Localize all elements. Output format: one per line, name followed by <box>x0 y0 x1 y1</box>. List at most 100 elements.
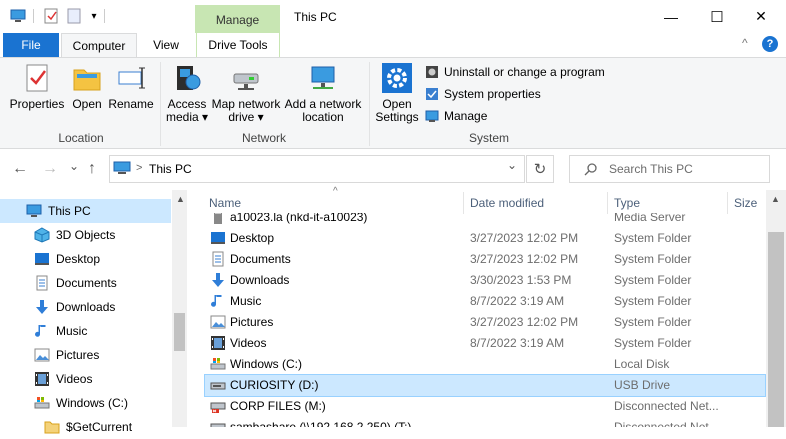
tab-computer[interactable]: Computer <box>61 33 137 57</box>
file-type: System Folder <box>614 252 692 266</box>
file-type: System Folder <box>614 315 692 329</box>
file-type: Local Disk <box>614 357 670 371</box>
system-properties-icon <box>426 88 438 100</box>
breadcrumb-separator[interactable]: > <box>136 162 142 174</box>
toolbar-divider <box>33 9 34 23</box>
manage-context-tab[interactable]: Manage <box>195 5 280 34</box>
column-header-name[interactable]: Name <box>209 196 241 210</box>
maximize-button[interactable]: ☐ <box>694 0 740 33</box>
column-header-date[interactable]: Date modified <box>470 196 544 210</box>
file-name: Desktop <box>230 231 275 245</box>
file-date: 8/7/2022 3:19 AM <box>470 294 565 308</box>
file-row[interactable]: Pictures 3/27/2023 12:02 PM System Folder <box>205 312 765 333</box>
tab-drive-tools[interactable]: Drive Tools <box>196 33 280 57</box>
ribbon-separator <box>369 62 370 146</box>
file-name: sambashare (\\192.168.2.250) (T:) <box>230 420 412 427</box>
file-row[interactable]: Music 8/7/2022 3:19 AM System Folder <box>205 291 765 312</box>
properties-button[interactable]: Properties <box>10 62 64 111</box>
rename-label: Rename <box>108 97 154 111</box>
customize-toolbar-icon[interactable]: ▾ <box>86 8 102 24</box>
file-type: System Folder <box>614 231 692 245</box>
system-properties-label: System properties <box>444 87 541 101</box>
file-row[interactable]: Downloads 3/30/2023 1:53 PM System Folder <box>205 270 765 291</box>
file-date: 3/30/2023 1:53 PM <box>470 273 572 287</box>
access-media-button[interactable]: Access media ▾ <box>164 62 210 124</box>
column-divider[interactable] <box>727 192 728 214</box>
open-label: Open <box>72 97 102 111</box>
file-name: Windows (C:) <box>230 357 303 371</box>
download-icon <box>210 272 226 288</box>
properties-label: Properties <box>9 97 65 111</box>
network-drive-disconnected-icon <box>210 419 226 427</box>
manage-button[interactable]: Manage <box>425 106 487 126</box>
file-row[interactable]: sambashare (\\192.168.2.250) (T:) Disconn… <box>205 417 765 427</box>
address-dropdown-icon[interactable]: ⌄ <box>507 158 517 172</box>
forward-button[interactable]: → <box>42 160 58 178</box>
file-type: System Folder <box>614 336 692 350</box>
usb-drive-icon <box>210 377 226 393</box>
column-header-size[interactable]: Size <box>734 196 757 210</box>
up-button[interactable]: ↑ <box>88 160 96 178</box>
file-row[interactable]: CORP FILES (M:) Disconnected Net... <box>205 396 765 417</box>
tab-view[interactable]: View <box>142 33 190 57</box>
open-settings-button[interactable]: Open Settings <box>374 62 420 124</box>
sort-ascending-icon: ^ <box>333 186 338 197</box>
file-name: Music <box>230 294 262 308</box>
uninstall-program-button[interactable]: Uninstall or change a program <box>425 62 605 82</box>
refresh-button[interactable]: ↻ <box>526 155 554 183</box>
list-scrollbar-thumb[interactable] <box>768 232 784 427</box>
manage-icon <box>425 110 439 122</box>
column-divider[interactable] <box>607 192 608 214</box>
group-label-location: Location <box>58 131 104 145</box>
file-name: a10023.la (nkd-it-a10023) <box>230 213 368 224</box>
network-drive-icon <box>233 73 259 90</box>
help-icon[interactable]: ? <box>762 36 778 52</box>
pc-icon <box>113 161 131 174</box>
file-date: 3/27/2023 12:02 PM <box>470 315 579 329</box>
file-row[interactable]: Documents 3/27/2023 12:02 PM System Folder <box>205 249 765 270</box>
toolbar-divider <box>104 9 105 23</box>
file-row[interactable]: a10023.la (nkd-it-a10023) Media Server <box>205 213 765 228</box>
file-row[interactable]: Windows (C:) Local Disk <box>205 354 765 375</box>
drive-icon <box>210 356 226 372</box>
file-row[interactable]: Videos 8/7/2022 3:19 AM System Folder <box>205 333 765 354</box>
recent-locations-button[interactable]: ⌄ <box>69 159 79 173</box>
add-network-label-2: location <box>302 110 344 124</box>
search-icon <box>584 163 597 176</box>
open-settings-label-2: Settings <box>375 110 419 124</box>
properties-quick-icon[interactable] <box>43 8 59 24</box>
desktop-icon <box>210 230 226 246</box>
column-header-type[interactable]: Type <box>614 196 640 210</box>
file-name: CURIOSITY (D:) <box>230 378 319 392</box>
system-properties-button[interactable]: System properties <box>425 84 541 104</box>
minimize-button[interactable]: — <box>648 0 694 33</box>
map-network-drive-button[interactable]: Map network drive ▾ <box>210 62 282 124</box>
uninstall-label: Uninstall or change a program <box>444 65 605 79</box>
open-button[interactable]: Open <box>66 62 108 111</box>
new-folder-quick-icon[interactable] <box>66 8 82 24</box>
file-name: Downloads <box>230 273 290 287</box>
file-type: Media Server <box>614 213 686 224</box>
file-name: CORP FILES (M:) <box>230 399 326 413</box>
media-server-icon <box>210 213 226 225</box>
add-network-location-button[interactable]: Add a network location <box>284 62 362 124</box>
pictures-icon <box>210 314 226 330</box>
file-name: Documents <box>230 252 291 266</box>
list-scroll-up-icon[interactable]: ▲ <box>771 194 780 204</box>
close-button[interactable]: ✕ <box>738 0 784 33</box>
back-button[interactable]: ← <box>12 160 28 178</box>
file-type: Disconnected Net... <box>614 399 718 413</box>
breadcrumb-this-pc[interactable]: This PC <box>149 162 192 176</box>
file-type: Disconnected Net... <box>614 420 718 427</box>
collapse-ribbon-icon[interactable]: ^ <box>742 36 748 50</box>
file-name: Pictures <box>230 315 274 329</box>
tab-file[interactable]: File <box>3 33 59 57</box>
file-row[interactable]: Desktop 3/27/2023 12:02 PM System Folder <box>205 228 765 249</box>
file-type: USB Drive <box>614 378 671 392</box>
column-divider[interactable] <box>463 192 464 214</box>
ribbon-separator <box>160 62 161 146</box>
file-row[interactable]: CURIOSITY (D:) USB Drive <box>204 374 766 397</box>
rename-button[interactable]: Rename <box>108 62 154 111</box>
nav-scroll-up-icon[interactable]: ▲ <box>176 194 185 204</box>
computer-icon[interactable] <box>10 8 26 24</box>
